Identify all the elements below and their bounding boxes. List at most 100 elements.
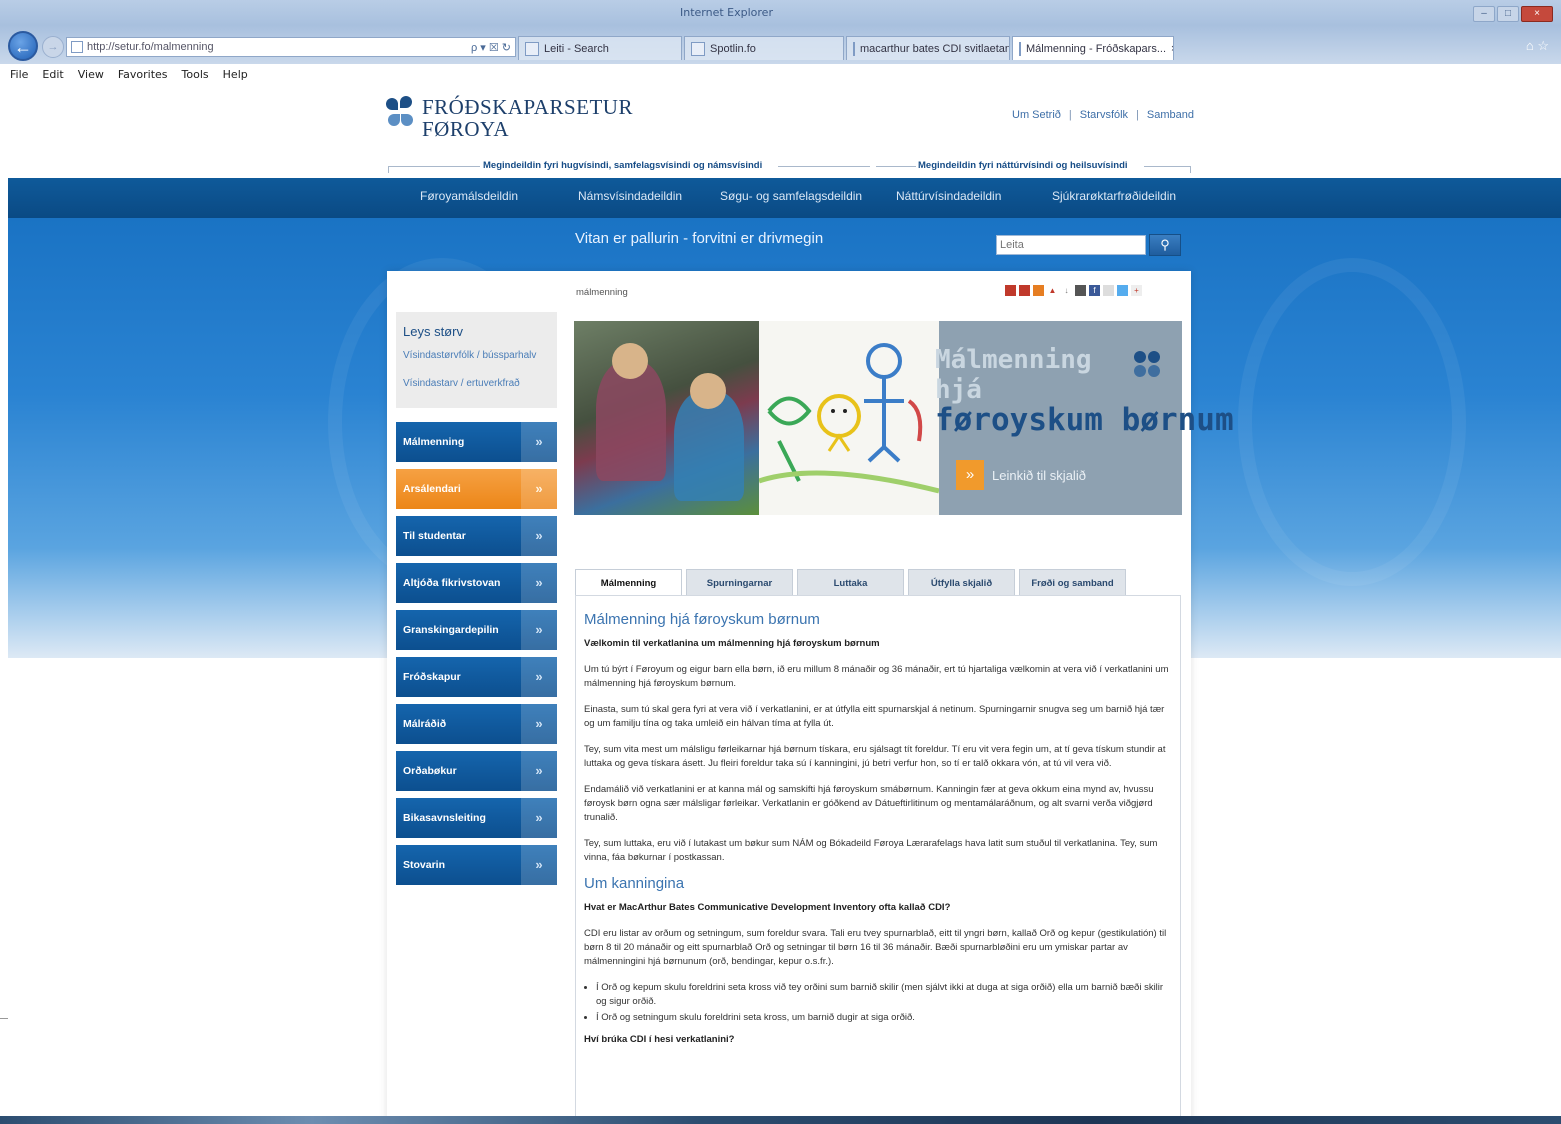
tab-participate[interactable]: Luttaka [797,569,904,596]
window-title: Internet Explorer [680,6,773,19]
menu-file[interactable]: File [10,68,28,81]
address-url: http://setur.fo/malmenning [87,41,214,53]
chevron-right-icon: » [521,798,557,838]
download-icon[interactable]: ↓ [1061,285,1072,296]
article-paragraph: Um tú býrt í Føroyum og eigur barn ella … [584,664,1169,689]
twitter-icon[interactable] [1117,285,1128,296]
divider [1144,166,1190,167]
vacancies-link[interactable]: Vísindastørvfólk / bússparhalv [403,350,536,361]
chevron-right-icon: » [521,657,557,697]
sidebar-item-label: Málráðið [403,718,447,730]
nav-item-nursing[interactable]: Sjúkrarøktarfrøðideildin [1052,189,1176,203]
menu-bar: File Edit View Favorites Tools Help [0,64,1561,84]
sidebar-item-international-office[interactable]: Altjóða fikrivstovan » [396,563,557,603]
nav-item-history-society[interactable]: Søgu- og samfelagsdeildin [720,189,862,203]
sidebar-item-label: Málmenning [403,436,465,448]
tab-malmenning[interactable]: Málmenning [575,569,682,596]
article-list: Í Orð og kepum skulu foreldrini seta kro… [584,981,1172,1025]
background-decoration [1238,258,1466,586]
sidebar-item-research[interactable]: Granskingardepilin » [396,610,557,650]
tab-close-icon[interactable]: × [1171,43,1173,55]
survey-link-button[interactable]: » Leinkið til skjalið [956,460,1086,490]
sidebar-item-calendar[interactable]: Arsálendari » [396,469,557,509]
article-paragraph: Endamálið við verkatlanini er at kanna m… [584,784,1154,823]
browser-tab-label: macarthur bates CDI svitlaetan... [860,42,1010,55]
tab-questions[interactable]: Spurningarnar [686,569,793,596]
search-input[interactable] [996,235,1146,255]
search-button[interactable]: ⚲ [1149,234,1181,256]
sidebar-item-malmenning[interactable]: Málmenning » [396,422,557,462]
maximize-icon[interactable]: □ [1497,6,1519,22]
browser-tab[interactable]: Spotlin.fo [684,36,844,60]
browser-tab[interactable]: Leiti - Search [518,36,682,60]
browser-tab-active[interactable]: Málmenning - Fróðskapars... × [1012,36,1174,60]
address-actions-icon[interactable]: ρ ▾ ☒ ↻ [471,41,511,54]
rss-icon[interactable] [1033,285,1044,296]
nav-item-education[interactable]: Námsvísindadeildin [578,189,682,203]
university-logo-icon [1130,349,1164,385]
plus-icon[interactable]: + [1131,285,1142,296]
share-toolbar: ▲ ↓ f + [1005,285,1142,296]
page-icon [71,41,83,53]
bookmark-icon[interactable] [1075,285,1086,296]
menu-help[interactable]: Help [223,68,248,81]
top-links: Um Setrið | Starvsfólk | Samband [1012,109,1194,121]
sidebar-item-stovarin[interactable]: Stovarin » [396,845,557,885]
facebook-icon[interactable]: f [1089,285,1100,296]
divider [388,166,480,167]
close-icon[interactable]: × [1521,6,1553,22]
content-tabs: Málmenning Spurningarnar Luttaka Útfylla… [575,569,1130,596]
address-bar[interactable]: http://setur.fo/malmenning ρ ▾ ☒ ↻ [66,37,516,57]
article-paragraph: Tey, sum luttaka, eru við í lutakast um … [584,838,1158,863]
vacancies-link[interactable]: Vísindastarv / ertuverkfrað [403,378,520,389]
nav-item-science[interactable]: Náttúrvísindadeildin [896,189,1001,203]
logo-mark-icon [386,96,416,130]
nav-item-faroese[interactable]: Føroyamálsdeildin [420,189,518,203]
top-link-staff[interactable]: Starvsfólk [1080,109,1128,121]
tab-fill-form[interactable]: Útfylla skjalið [908,569,1015,596]
sidebar-item-frodskapur[interactable]: Fróðskapur » [396,657,557,697]
sidebar-item-label: Bikasavnsleiting [403,812,486,824]
chevron-right-icon: » [521,563,557,603]
forward-arrow-icon[interactable]: → [42,36,64,58]
child-figure [596,361,666,481]
vacancies-box: Leys størv Vísindastørvfólk / bússparhal… [396,312,557,408]
tab-info-contact[interactable]: Frøði og samband [1019,569,1126,596]
article-lead: Vælkomin til verkatlanina um málmenning … [584,638,880,649]
faculty-link-science[interactable]: Megindeildin fyri náttúrvísindi og heils… [918,160,1128,171]
minimize-icon[interactable]: – [1473,6,1495,22]
chevron-right-icon: » [521,469,557,509]
sidebar-item-label: Stovarin [403,859,446,871]
sidebar-item-language-council[interactable]: Málráðið » [396,704,557,744]
top-link-about[interactable]: Um Setrið [1012,109,1061,121]
back-arrow-icon[interactable]: ← [8,31,38,61]
menu-tools[interactable]: Tools [182,68,209,81]
breadcrumb[interactable]: málmenning [576,287,628,298]
pdf-icon[interactable]: ▲ [1047,285,1058,296]
article-subheading: Um kanningina [584,875,685,892]
sidebar-item-dictionaries[interactable]: Orðabøkur » [396,751,557,791]
article-paragraph: Tey, sum vita mest um málsligu førleikar… [584,744,1166,769]
site-logo[interactable]: FRÓÐSKAPARSETUR FØROYA [386,96,633,140]
email-icon[interactable] [1019,285,1030,296]
browser-tab[interactable]: macarthur bates CDI svitlaetan... [846,36,1010,60]
sidebar-item-label: Fróðskapur [403,671,461,683]
menu-edit[interactable]: Edit [42,68,63,81]
chevron-right-icon: » [521,751,557,791]
window-controls: – □ × [1473,6,1553,22]
top-link-contact[interactable]: Samband [1147,109,1194,121]
banner-title-line: Málmenning [935,345,1092,375]
sidebar-item-students[interactable]: Til studentar » [396,516,557,556]
browser-tab-label: Spotlin.fo [710,42,756,55]
sidebar-item-library-search[interactable]: Bikasavnsleiting » [396,798,557,838]
tab-favicon-icon [1019,41,1021,56]
menu-favorites[interactable]: Favorites [118,68,168,81]
faculty-link-humanities[interactable]: Megindeildin fyri hugvísindi, samfelagsv… [483,160,762,171]
site-slogan: Vitan er pallurin - forvitni er drivmegi… [575,230,824,247]
home-favorites-icon[interactable]: ⌂ ☆ [1526,38,1549,54]
sidebar-item-label: Altjóða fikrivstovan [403,577,501,589]
print-icon[interactable] [1005,285,1016,296]
divider [0,1018,8,1019]
chevron-right-icon: » [521,610,557,650]
menu-view[interactable]: View [78,68,104,81]
